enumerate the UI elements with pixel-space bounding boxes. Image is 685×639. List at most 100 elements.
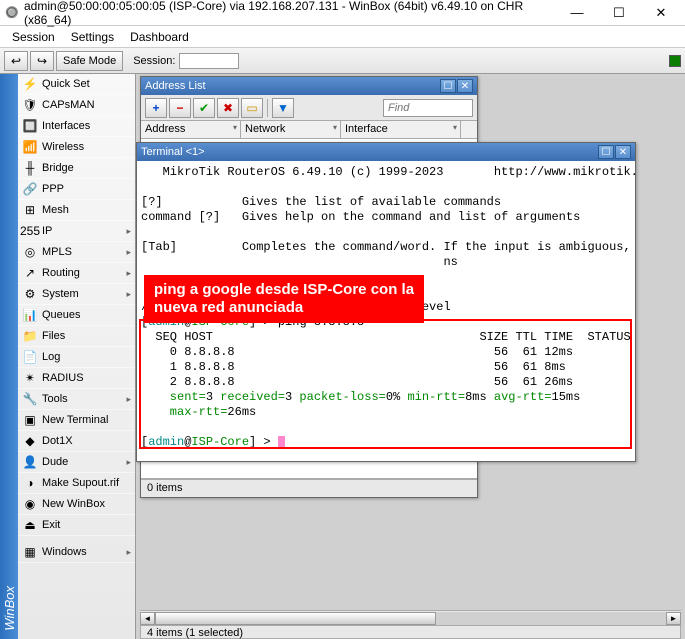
address-list-close-icon[interactable]: ✕ — [457, 79, 473, 93]
redo-button[interactable]: ↪ — [30, 51, 54, 71]
chevron-right-icon: ▸ — [126, 247, 131, 258]
sidebar-item-label: IP — [42, 225, 122, 237]
comment-button[interactable]: ▭ — [241, 98, 263, 118]
sidebar-item-quick-set[interactable]: ⚡ Quick Set — [18, 74, 135, 95]
chevron-right-icon: ▸ — [126, 226, 131, 237]
sidebar-icon: 🛡 — [22, 97, 38, 113]
sidebar-item-ip[interactable]: 255 IP ▸ — [18, 221, 135, 242]
sidebar: ⚡ Quick Set 🛡CAPsMAN 🔲 Interfaces 📶Wireless╫B… — [18, 74, 136, 639]
sidebar-item-label: Interfaces — [42, 120, 131, 132]
menu-dashboard[interactable]: Dashboard — [122, 28, 197, 46]
sidebar-item-tools[interactable]: 🔧Tools▸ — [18, 389, 135, 410]
remove-button[interactable]: − — [169, 98, 191, 118]
sidebar-icon: 📁 — [22, 328, 38, 344]
minimize-button[interactable]: — — [557, 2, 597, 24]
sidebar-icon: ▣ — [22, 412, 38, 428]
enable-button[interactable]: ✔ — [193, 98, 215, 118]
sidebar-item-routing[interactable]: ↗Routing▸ — [18, 263, 135, 284]
session-input[interactable] — [179, 53, 239, 69]
footer-status: 4 items (1 selected) — [140, 625, 681, 639]
scroll-left-icon[interactable]: ◄ — [140, 612, 155, 625]
find-input[interactable] — [383, 99, 473, 117]
sidebar-icon: 255 — [22, 223, 38, 239]
sidebar-item-log[interactable]: 📄 Log — [18, 347, 135, 368]
sidebar-item-label: Files — [42, 330, 131, 342]
sidebar-item-mpls[interactable]: ◎ MPLS ▸ — [18, 242, 135, 263]
close-button[interactable]: ✕ — [641, 2, 681, 24]
sidebar-icon: ⊞ — [22, 202, 38, 218]
sidebar-item-queues[interactable]: 📊 Queues — [18, 305, 135, 326]
sidebar-icon: ⚙ — [22, 286, 38, 302]
sidebar-item-make-supout-rif[interactable]: ◑ Make Supout.rif — [18, 473, 135, 494]
chevron-right-icon: ▸ — [126, 457, 131, 468]
sidebar-icon: 🔲 — [22, 118, 38, 134]
terminal-minimize-icon[interactable]: ☐ — [598, 145, 614, 159]
sidebar-item-label: Dude — [42, 456, 122, 468]
sidebar-icon: ⏏ — [22, 517, 38, 533]
sidebar-item-windows[interactable]: ▦Windows▸ — [18, 542, 135, 563]
sidebar-icon: ╫ — [22, 160, 38, 176]
sidebar-item-dot1x[interactable]: ◆ Dot1X — [18, 431, 135, 452]
chevron-right-icon: ▸ — [126, 289, 131, 300]
sidebar-icon: ⚡ — [22, 76, 38, 92]
sidebar-item-capsman[interactable]: 🛡CAPsMAN — [18, 95, 135, 116]
sidebar-item-new-winbox[interactable]: ◉ New WinBox — [18, 494, 135, 515]
sidebar-icon: 🔧 — [22, 391, 38, 407]
add-button[interactable]: + — [145, 98, 167, 118]
sidebar-item-system[interactable]: ⚙System▸ — [18, 284, 135, 305]
workspace: Address List ☐ ✕ + − ✔ ✖ ▭ ▼ Address Net… — [136, 74, 685, 639]
sidebar-item-label: Dot1X — [42, 435, 131, 447]
sidebar-icon: ◎ — [22, 244, 38, 260]
terminal-title: Terminal <1> — [141, 146, 205, 158]
menu-session[interactable]: Session — [4, 28, 63, 46]
sidebar-item-dude[interactable]: 👤Dude▸ — [18, 452, 135, 473]
address-list-status: 0 items — [141, 479, 477, 497]
sidebar-item-label: New Terminal — [42, 414, 131, 426]
disable-button[interactable]: ✖ — [217, 98, 239, 118]
menu-settings[interactable]: Settings — [63, 28, 122, 46]
col-interface[interactable]: Interface — [341, 121, 461, 138]
sidebar-item-label: RADIUS — [42, 372, 131, 384]
sidebar-item-label: MPLS — [42, 246, 122, 258]
sidebar-icon: ✴ — [22, 370, 38, 386]
vertical-title: WinBox — [0, 74, 18, 639]
menubar: Session Settings Dashboard — [0, 26, 685, 48]
sidebar-item-bridge[interactable]: ╫Bridge — [18, 158, 135, 179]
sidebar-item-exit[interactable]: ⏏Exit — [18, 515, 135, 536]
sidebar-icon: 📄 — [22, 349, 38, 365]
filter-button[interactable]: ▼ — [272, 98, 294, 118]
sidebar-item-label: Tools — [42, 393, 122, 405]
sidebar-item-radius[interactable]: ✴ RADIUS — [18, 368, 135, 389]
sidebar-icon: 📊 — [22, 307, 38, 323]
sidebar-icon: ◉ — [22, 496, 38, 512]
sidebar-item-label: Make Supout.rif — [42, 477, 131, 489]
sidebar-item-wireless[interactable]: 📶Wireless — [18, 137, 135, 158]
terminal-close-icon[interactable]: ✕ — [615, 145, 631, 159]
scroll-right-icon[interactable]: ► — [666, 612, 681, 625]
safe-mode-button[interactable]: Safe Mode — [56, 51, 123, 71]
scroll-thumb[interactable] — [155, 612, 436, 625]
undo-button[interactable]: ↩ — [4, 51, 28, 71]
sidebar-item-label: New WinBox — [42, 498, 131, 510]
col-network[interactable]: Network — [241, 121, 341, 138]
connection-status-indicator — [669, 55, 681, 67]
sidebar-icon: ◑ — [22, 475, 38, 491]
sidebar-item-ppp[interactable]: 🔗PPP — [18, 179, 135, 200]
address-list-minimize-icon[interactable]: ☐ — [440, 79, 456, 93]
sidebar-item-label: Queues — [42, 309, 131, 321]
sidebar-item-label: Quick Set — [42, 78, 131, 90]
col-address[interactable]: Address — [141, 121, 241, 138]
app-icon: 🔘 — [4, 5, 20, 21]
footer-scrollbar[interactable]: ◄ ► — [140, 610, 681, 625]
sidebar-item-new-terminal[interactable]: ▣ New Terminal — [18, 410, 135, 431]
sidebar-item-files[interactable]: 📁 Files — [18, 326, 135, 347]
sidebar-item-label: Windows — [42, 546, 122, 558]
annotation-callout: ping a google desde ISP-Core con la nuev… — [144, 275, 424, 323]
sidebar-icon: ◆ — [22, 433, 38, 449]
session-label: Session: — [133, 55, 175, 67]
maximize-button[interactable]: ☐ — [599, 2, 639, 24]
sidebar-item-mesh[interactable]: ⊞Mesh — [18, 200, 135, 221]
sidebar-icon: ↗ — [22, 265, 38, 281]
sidebar-item-label: Log — [42, 351, 131, 363]
sidebar-item-interfaces[interactable]: 🔲 Interfaces — [18, 116, 135, 137]
